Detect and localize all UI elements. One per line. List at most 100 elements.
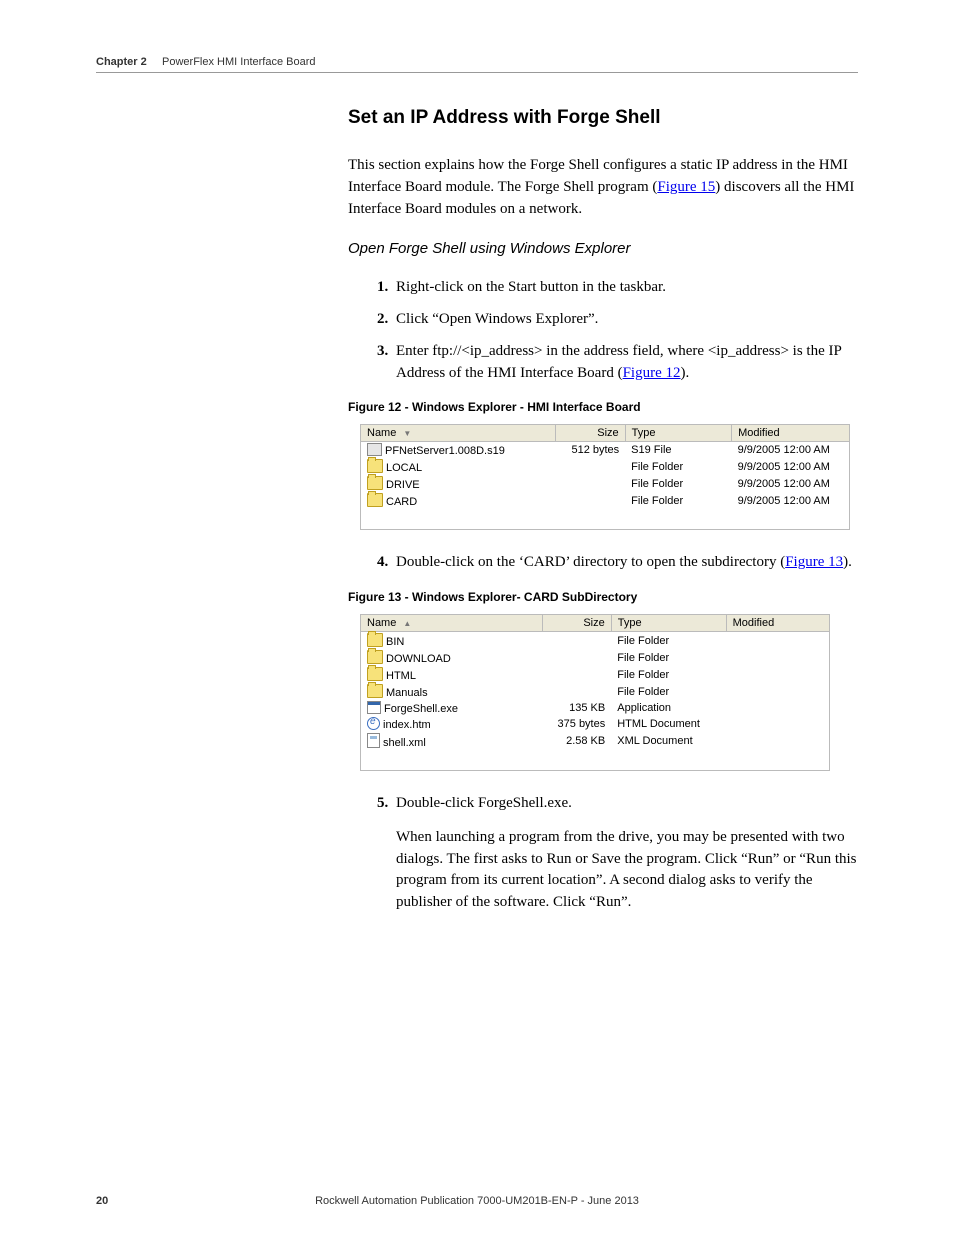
sort-indicator-asc-icon: ▲	[403, 619, 411, 628]
file-modified: 9/9/2005 12:00 AM	[732, 492, 850, 509]
file-name: DRIVE	[386, 479, 420, 491]
table-row[interactable]: PFNetServer1.008D.s19 512 bytes S19 File…	[361, 442, 850, 459]
figure-15-link[interactable]: Figure 15	[657, 179, 715, 195]
table-row[interactable]: HTML File Folder	[361, 666, 830, 683]
file-size	[542, 683, 611, 700]
col-header-name-text: Name	[367, 617, 396, 629]
step-5-text: Double-click ForgeShell.exe.	[396, 795, 572, 811]
file-type: File Folder	[611, 683, 726, 700]
document-page: Chapter 2 PowerFlex HMI Interface Board …	[0, 0, 954, 1235]
file-size	[556, 475, 625, 492]
folder-icon	[367, 493, 383, 507]
file-name: shell.xml	[383, 737, 426, 749]
table-row[interactable]: shell.xml 2.58 KB XML Document	[361, 732, 830, 750]
folder-icon	[367, 650, 383, 664]
file-size	[556, 492, 625, 509]
intro-paragraph: This section explains how the Forge Shel…	[348, 155, 858, 220]
header-rule	[96, 72, 858, 73]
table-header-row: Name ▲ Size Type Modified	[361, 615, 830, 632]
figure-12-table: Name ▼ Size Type Modified PFNetServer1.0…	[360, 424, 850, 530]
file-type: HTML Document	[611, 716, 726, 732]
col-header-size[interactable]: Size	[542, 615, 611, 632]
page-footer: 20 Rockwell Automation Publication 7000-…	[96, 1195, 858, 1207]
table-row[interactable]: CARD File Folder 9/9/2005 12:00 AM	[361, 492, 850, 509]
col-header-size[interactable]: Size	[556, 425, 625, 442]
file-size	[556, 458, 625, 475]
col-header-modified[interactable]: Modified	[726, 615, 829, 632]
content-column: Set an IP Address with Forge Shell This …	[348, 107, 858, 914]
step-4-end: ).	[843, 554, 852, 570]
file-name: BIN	[386, 636, 404, 648]
col-header-modified[interactable]: Modified	[732, 425, 850, 442]
col-header-name[interactable]: Name ▼	[361, 425, 556, 442]
table-row[interactable]: DRIVE File Folder 9/9/2005 12:00 AM	[361, 475, 850, 492]
figure-13-caption: Figure 13 - Windows Explorer- CARD SubDi…	[348, 590, 858, 604]
step-5-paragraph: When launching a program from the drive,…	[396, 827, 858, 914]
page-number: 20	[96, 1195, 108, 1207]
col-header-name-text: Name	[367, 427, 396, 439]
table-header-row: Name ▼ Size Type Modified	[361, 425, 850, 442]
chapter-title: PowerFlex HMI Interface Board	[162, 56, 315, 68]
subheading: Open Forge Shell using Windows Explorer	[348, 240, 858, 257]
table-row[interactable]: DOWNLOAD File Folder	[361, 649, 830, 666]
figure-13-link[interactable]: Figure 13	[785, 554, 843, 570]
file-modified	[726, 649, 829, 666]
spacer-row	[361, 750, 830, 771]
col-header-name[interactable]: Name ▲	[361, 615, 543, 632]
folder-icon	[367, 459, 383, 473]
file-modified: 9/9/2005 12:00 AM	[732, 442, 850, 459]
folder-icon	[367, 633, 383, 647]
file-type: S19 File	[625, 442, 731, 459]
file-type: File Folder	[611, 649, 726, 666]
figure-12-caption: Figure 12 - Windows Explorer - HMI Inter…	[348, 400, 858, 414]
table-row[interactable]: LOCAL File Folder 9/9/2005 12:00 AM	[361, 458, 850, 475]
file-name: index.htm	[383, 719, 431, 731]
s19-file-icon	[367, 443, 382, 456]
table-row[interactable]: ForgeShell.exe 135 KB Application	[361, 700, 830, 716]
file-modified	[726, 666, 829, 683]
file-name: Manuals	[386, 687, 428, 699]
publication-info: Rockwell Automation Publication 7000-UM2…	[96, 1195, 858, 1207]
running-header: Chapter 2 PowerFlex HMI Interface Board	[96, 56, 858, 68]
spacer-row	[361, 509, 850, 530]
xml-document-icon	[367, 733, 380, 748]
file-modified	[726, 716, 829, 732]
file-type: Application	[611, 700, 726, 716]
file-modified: 9/9/2005 12:00 AM	[732, 475, 850, 492]
col-header-type[interactable]: Type	[611, 615, 726, 632]
html-document-icon	[367, 717, 380, 730]
file-modified	[726, 632, 829, 650]
step-3-end: ).	[681, 365, 690, 381]
steps-list-2: Double-click on the ‘CARD’ directory to …	[348, 552, 858, 574]
figure-12-link[interactable]: Figure 12	[623, 365, 681, 381]
sort-indicator-desc-icon: ▼	[403, 429, 411, 438]
col-header-type[interactable]: Type	[625, 425, 731, 442]
step-5: Double-click ForgeShell.exe. When launch…	[392, 793, 858, 914]
file-type: File Folder	[611, 666, 726, 683]
file-modified	[726, 700, 829, 716]
file-modified: 9/9/2005 12:00 AM	[732, 458, 850, 475]
table-row[interactable]: index.htm 375 bytes HTML Document	[361, 716, 830, 732]
steps-list-1: Right-click on the Start button in the t…	[348, 277, 858, 384]
file-type: File Folder	[611, 632, 726, 650]
folder-icon	[367, 667, 383, 681]
step-2: Click “Open Windows Explorer”.	[392, 309, 858, 331]
step-4: Double-click on the ‘CARD’ directory to …	[392, 552, 858, 574]
file-name: ForgeShell.exe	[384, 703, 458, 715]
step-3-text: Enter ftp://<ip_address> in the address …	[396, 343, 841, 381]
file-size: 512 bytes	[556, 442, 625, 459]
table-row[interactable]: Manuals File Folder	[361, 683, 830, 700]
file-size	[542, 649, 611, 666]
file-type: File Folder	[625, 458, 731, 475]
step-1: Right-click on the Start button in the t…	[392, 277, 858, 299]
file-size	[542, 666, 611, 683]
file-type: File Folder	[625, 492, 731, 509]
file-size: 135 KB	[542, 700, 611, 716]
file-size	[542, 632, 611, 650]
file-modified	[726, 683, 829, 700]
file-size: 2.58 KB	[542, 732, 611, 750]
table-row[interactable]: BIN File Folder	[361, 632, 830, 650]
steps-list-3: Double-click ForgeShell.exe. When launch…	[348, 793, 858, 914]
file-modified	[726, 732, 829, 750]
step-4-text: Double-click on the ‘CARD’ directory to …	[396, 554, 785, 570]
